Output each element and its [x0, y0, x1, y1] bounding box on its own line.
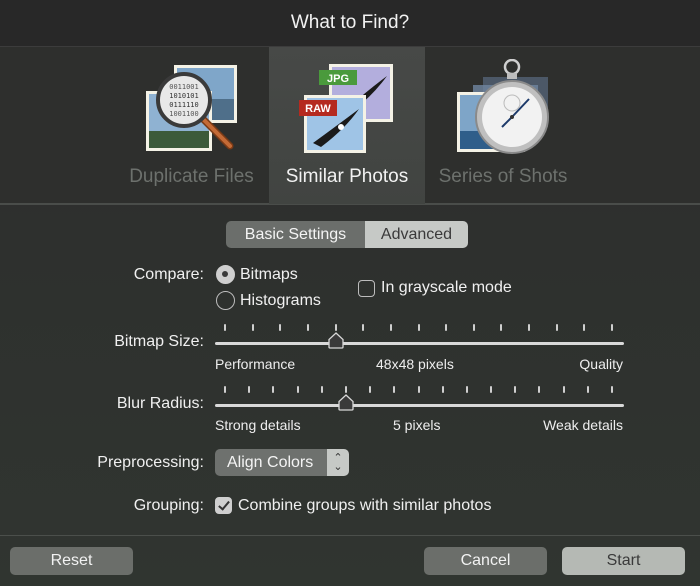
settings-tabs: Basic Settings Advanced — [226, 221, 468, 248]
mode-label: Series of Shots — [438, 166, 568, 187]
preprocessing-label: Preprocessing: — [97, 454, 204, 471]
raw-badge-text: RAW — [305, 103, 331, 115]
chevron-up-down-icon: ⌃ ⌄ — [327, 449, 349, 476]
slider-tick — [465, 386, 468, 393]
slider-tick — [472, 324, 475, 331]
svg-text:0011001: 0011001 — [169, 83, 199, 91]
svg-text:0111110: 0111110 — [169, 101, 199, 109]
mode-label: Similar Photos — [285, 166, 409, 187]
bitmap-size-min-label: Performance — [215, 356, 296, 372]
slider-tick — [538, 386, 541, 393]
slider-tick — [441, 386, 444, 393]
magnifier-binary-photos-icon: 0011001 1010101 0111110 1001100 — [146, 65, 237, 151]
radio-histograms[interactable] — [216, 291, 235, 310]
slider-tick — [611, 386, 613, 393]
slider-tick — [279, 324, 282, 331]
reset-button[interactable]: Reset — [10, 547, 133, 575]
radio-bitmaps-label[interactable]: Bitmaps — [240, 266, 298, 284]
slider-tick — [586, 386, 589, 393]
bitmap-size-slider[interactable] — [215, 321, 624, 351]
slider-tick — [389, 324, 392, 331]
mode-series-of-shots[interactable]: Series of Shots — [425, 47, 581, 204]
slider-tick — [555, 324, 558, 331]
dialog-title: What to Find? — [0, 0, 700, 46]
cancel-button[interactable]: Cancel — [424, 547, 547, 575]
slider-tick — [445, 324, 448, 331]
tab-advanced[interactable]: Advanced — [365, 221, 468, 248]
grouping-checkbox-label[interactable]: Combine groups with similar photos — [238, 497, 491, 515]
slider-tick — [344, 386, 347, 393]
grouping-checkbox[interactable] — [215, 497, 232, 514]
slider-tick — [224, 324, 226, 331]
slider-tick — [393, 386, 396, 393]
mode-duplicate-files[interactable]: 0011001 1010101 0111110 1001100 Duplicat… — [114, 47, 269, 204]
slider-thumb[interactable] — [338, 394, 354, 411]
svg-text:1001100: 1001100 — [169, 110, 199, 118]
slider-tick — [514, 386, 517, 393]
mode-label: Duplicate Files — [129, 166, 254, 187]
start-button[interactable]: Start — [562, 547, 685, 575]
slider-thumb[interactable] — [327, 332, 344, 349]
grayscale-checkbox-label[interactable]: In grayscale mode — [381, 279, 512, 297]
slider-tick — [611, 324, 613, 331]
blur-radius-max-label: Weak details — [543, 417, 623, 433]
preprocessing-value: Align Colors — [215, 449, 327, 476]
grayscale-checkbox[interactable] — [358, 280, 375, 297]
slider-tick — [369, 386, 372, 393]
slider-tick — [296, 386, 299, 393]
search-mode-selector: 0011001 1010101 0111110 1001100 Duplicat… — [0, 46, 700, 205]
blur-radius-slider[interactable] — [215, 383, 624, 413]
compare-label: Compare: — [133, 266, 204, 283]
bitmap-size-value: 48x48 pixels — [376, 356, 454, 372]
slider-tick — [272, 386, 275, 393]
mode-similar-photos[interactable]: JPG RAW Similar Photos — [269, 47, 425, 204]
slider-tick — [251, 324, 254, 331]
slider-tick — [583, 324, 586, 331]
slider-tick — [417, 324, 420, 331]
slider-tick — [224, 386, 226, 393]
blur-radius-min-label: Strong details — [215, 417, 301, 433]
preprocessing-select[interactable]: Align Colors ⌃ ⌄ — [215, 449, 349, 476]
bitmap-size-max-label: Quality — [579, 356, 623, 372]
footer-divider — [0, 535, 700, 536]
slider-tick — [417, 386, 420, 393]
slider-tick — [362, 324, 365, 331]
radio-histograms-label[interactable]: Histograms — [240, 292, 321, 310]
grouping-label: Grouping: — [133, 497, 204, 514]
slider-track — [215, 342, 624, 345]
svg-text:1010101: 1010101 — [169, 92, 199, 100]
stopwatch-photos-icon — [457, 59, 549, 154]
slider-tick — [320, 386, 323, 393]
bitmap-size-label: Bitmap Size: — [114, 333, 204, 350]
slider-track — [215, 404, 624, 407]
blur-radius-value: 5 pixels — [393, 417, 441, 433]
blur-radius-label: Blur Radius: — [116, 395, 204, 412]
slider-tick — [248, 386, 251, 393]
slider-tick — [490, 386, 493, 393]
jpg-badge-text: JPG — [327, 73, 349, 85]
slider-tick — [528, 324, 531, 331]
slider-tick — [306, 324, 309, 331]
tab-basic-settings[interactable]: Basic Settings — [226, 221, 365, 248]
radio-bitmaps[interactable] — [216, 265, 235, 284]
slider-tick — [562, 386, 565, 393]
jpg-raw-eagle-photos-icon: JPG RAW — [299, 64, 393, 153]
slider-tick — [500, 324, 503, 331]
slider-tick — [334, 324, 337, 331]
